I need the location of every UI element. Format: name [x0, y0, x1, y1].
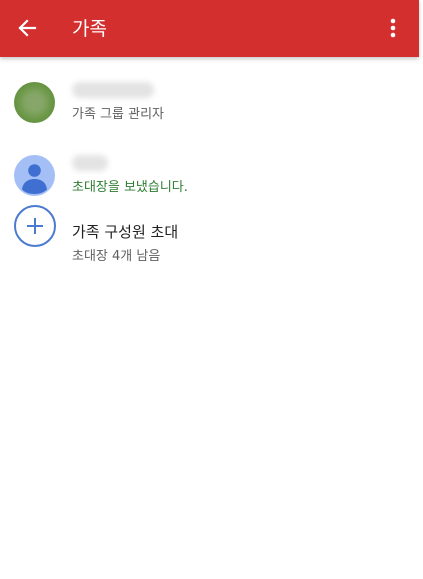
- arrow-back-icon: [18, 19, 37, 37]
- add-circle-icon[interactable]: [14, 205, 56, 247]
- member-texts: 가족 그룹 관리자: [72, 79, 164, 124]
- more-vert-icon: [390, 18, 396, 38]
- family-screen: 가족 가족 그룹 관리자 초대장을 보냈습니다. 가족 구성원 초대 초대장 4…: [0, 0, 423, 579]
- page-title: 가족: [72, 18, 107, 40]
- member-role: 가족 그룹 관리자: [72, 107, 164, 122]
- member-texts: 초대장을 보냈습니다.: [72, 152, 188, 197]
- overflow-menu-button[interactable]: [378, 11, 408, 45]
- member-name-redacted: [72, 79, 164, 101]
- avatar: [14, 82, 55, 123]
- family-member-list: 가족 그룹 관리자 초대장을 보냈습니다. 가족 구성원 초대 초대장 4개 남…: [0, 57, 419, 278]
- app-bar: 가족: [0, 0, 419, 57]
- invites-remaining: 초대장 4개 남음: [72, 249, 161, 264]
- invite-texts: 가족 구성원 초대 초대장 4개 남음: [72, 221, 178, 266]
- member-row-invited[interactable]: 초대장을 보냈습니다.: [0, 132, 419, 205]
- invite-status: 초대장을 보냈습니다.: [72, 180, 188, 195]
- member-row-manager[interactable]: 가족 그룹 관리자: [0, 57, 419, 132]
- back-button[interactable]: [10, 11, 44, 45]
- invite-member-label: 가족 구성원 초대: [72, 223, 179, 241]
- member-name-redacted: [72, 152, 188, 174]
- person-icon: [14, 155, 55, 196]
- invite-member-row[interactable]: 가족 구성원 초대 초대장 4개 남음: [0, 205, 419, 278]
